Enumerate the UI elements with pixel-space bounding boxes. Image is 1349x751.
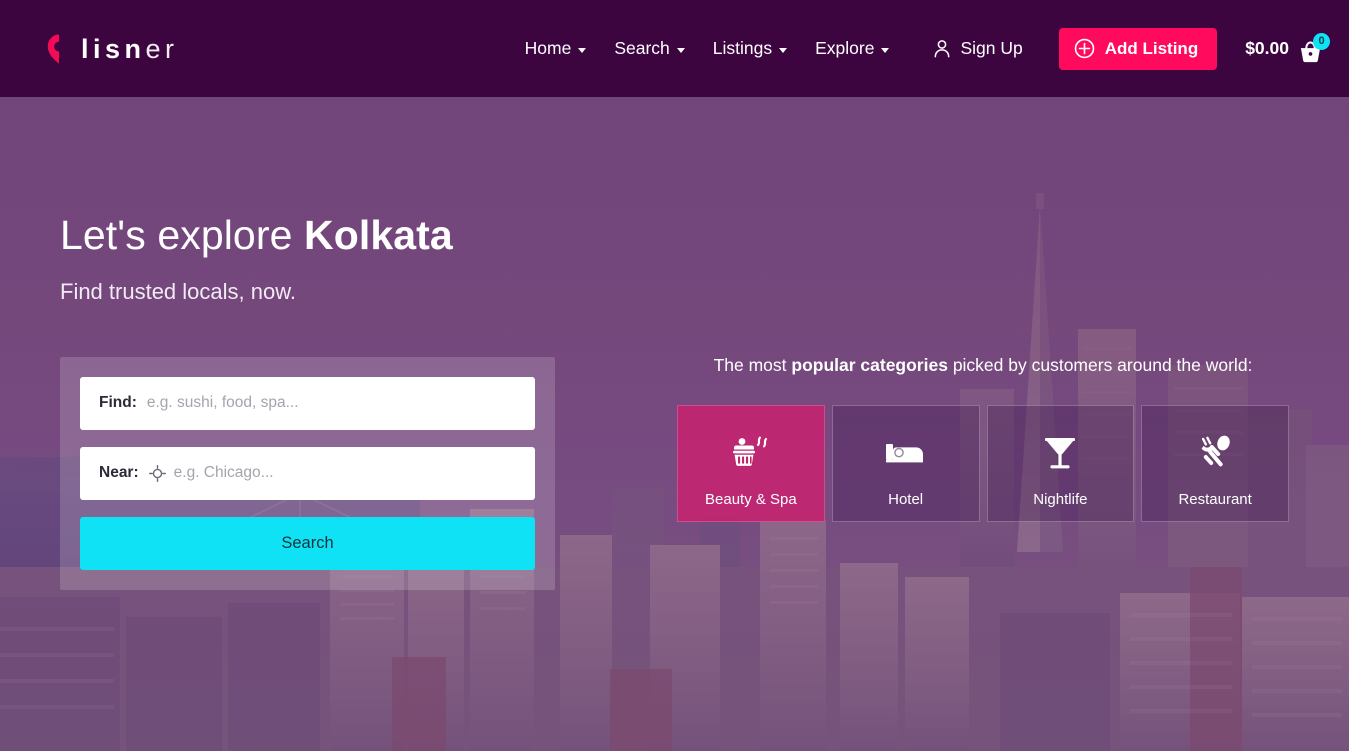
category-tile-nightlife[interactable]: Nightlife — [986, 405, 1135, 522]
category-grid: Beauty & Spa Hotel Nightlife Restaurant — [677, 405, 1289, 522]
nav-item-label: Explore — [815, 38, 875, 58]
circle-plus-icon — [1074, 38, 1095, 59]
near-field[interactable]: Near: — [80, 446, 535, 500]
chevron-down-icon — [578, 48, 587, 53]
fork-spoon-icon — [1196, 432, 1234, 474]
hero-title-prefix: Let's explore — [60, 212, 304, 258]
nav-item-listings[interactable]: Listings — [699, 28, 801, 69]
cart-amount: $0.00 — [1245, 38, 1289, 58]
categories-heading-prefix: The most — [713, 355, 792, 375]
near-input[interactable] — [173, 464, 516, 483]
hero-title: Let's explore Kolkata — [60, 212, 620, 259]
user-icon — [933, 39, 951, 58]
find-field[interactable]: Find: — [80, 376, 535, 430]
bed-icon — [884, 432, 928, 474]
chevron-down-icon — [881, 48, 890, 53]
near-label: Near: — [99, 464, 139, 482]
hero-left-column: Let's explore Kolkata Find trusted local… — [60, 97, 620, 590]
hero-subtitle: Find trusted locals, now. — [60, 278, 297, 304]
hot-tub-icon — [730, 432, 772, 474]
search-button[interactable]: Search — [80, 516, 535, 570]
category-tile-beauty-spa[interactable]: Beauty & Spa — [677, 405, 825, 522]
category-label: Nightlife — [1033, 491, 1088, 508]
find-input[interactable] — [146, 394, 516, 413]
shopping-basket-icon: 0 — [1298, 32, 1330, 64]
category-tile-restaurant[interactable]: Restaurant — [1141, 405, 1289, 522]
categories-heading: The most popular categories picked by cu… — [677, 355, 1289, 376]
category-label: Beauty & Spa — [705, 491, 797, 508]
category-label: Hotel — [888, 491, 924, 508]
sign-up-label: Sign Up — [960, 38, 1023, 58]
chevron-down-icon — [779, 48, 788, 53]
crosshair-locate-icon[interactable] — [148, 464, 174, 482]
categories-heading-bold: popular categories — [791, 355, 948, 375]
nav-item-label: Home — [524, 38, 572, 58]
location-pin-icon — [46, 33, 72, 65]
hero-title-city: Kolkata — [303, 212, 453, 258]
nav-item-label: Listings — [712, 38, 773, 58]
logo-text-strong: lisn — [81, 34, 146, 64]
logo-text-light: er — [145, 34, 179, 64]
sign-up-link[interactable]: Sign Up — [919, 28, 1036, 69]
categories-heading-suffix: picked by customers around the world: — [947, 355, 1253, 375]
nav-item-explore[interactable]: Explore — [801, 28, 903, 69]
category-label: Restaurant — [1178, 491, 1252, 508]
main-navigation: Home Search Listings Explore Sign Up Add… — [511, 27, 1330, 70]
add-listing-button[interactable]: Add Listing — [1058, 27, 1218, 70]
chevron-down-icon — [676, 48, 685, 53]
site-header: lisner Home Search Listings Explore Sign… — [0, 0, 1349, 97]
nav-item-label: Search — [614, 38, 670, 58]
cart-widget[interactable]: $0.00 0 — [1245, 32, 1330, 64]
add-listing-label: Add Listing — [1104, 38, 1199, 58]
nav-item-home[interactable]: Home — [511, 28, 601, 69]
hero-right-column: The most popular categories picked by cu… — [677, 97, 1289, 522]
cart-count-badge: 0 — [1313, 32, 1330, 50]
category-tile-hotel[interactable]: Hotel — [831, 405, 980, 522]
cocktail-glass-icon — [1042, 432, 1078, 474]
find-label: Find: — [99, 394, 137, 412]
search-panel: Find: Near: Search — [60, 356, 555, 590]
logo-wordmark: lisner — [81, 36, 179, 63]
site-logo[interactable]: lisner — [46, 33, 179, 65]
hero-section: Let's explore Kolkata Find trusted local… — [0, 97, 1349, 751]
nav-item-search[interactable]: Search — [600, 28, 698, 69]
